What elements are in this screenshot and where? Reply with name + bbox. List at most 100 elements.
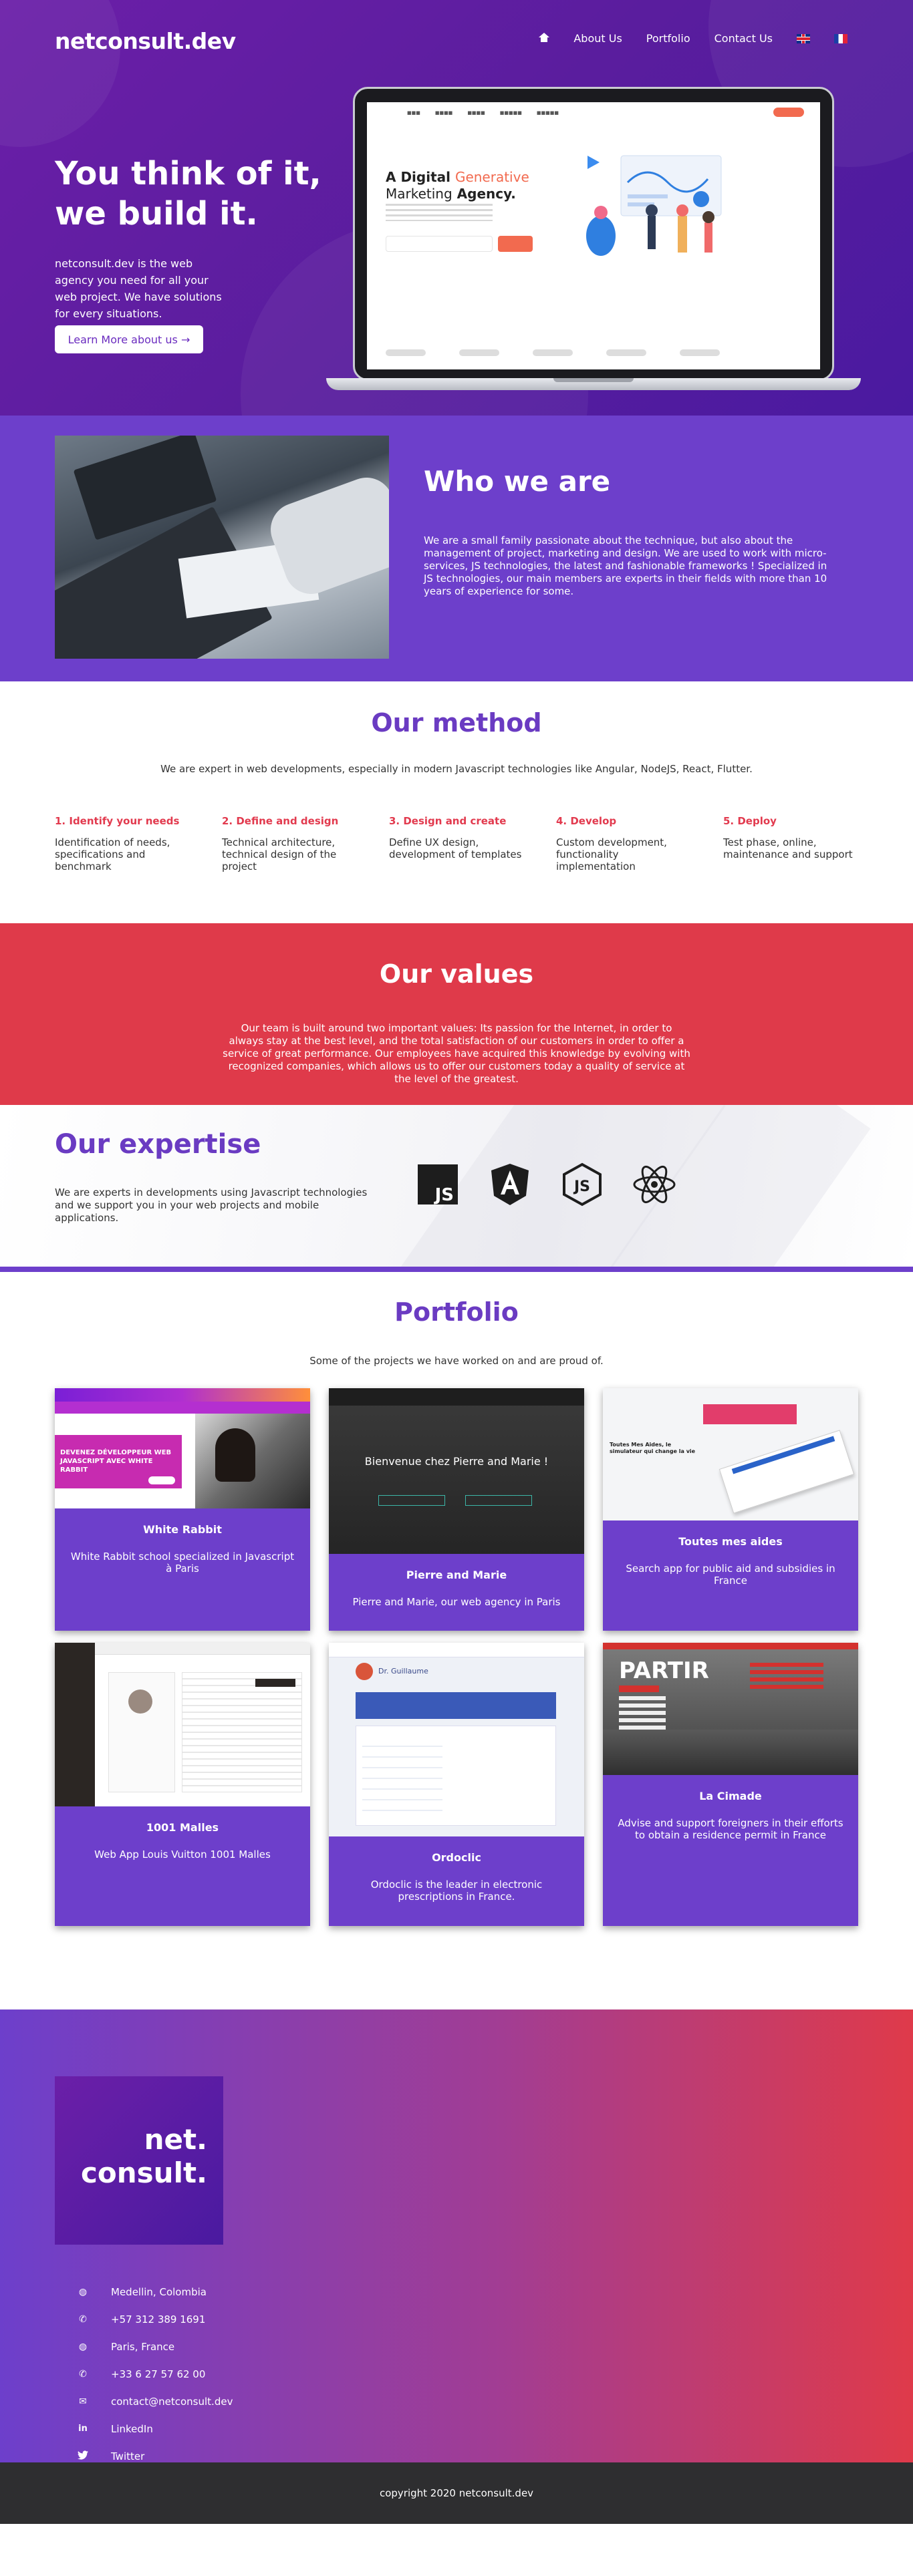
home-icon [539, 33, 550, 42]
thumbnail-caption: DEVENEZ DÉVELOPPEUR WEB JAVASCRIPT AVEC … [60, 1449, 172, 1474]
linkedin-icon: in [78, 2424, 88, 2434]
values-text: Our team is built around two important v… [223, 1022, 690, 1085]
portfolio-section: Portfolio Some of the projects we have w… [0, 1272, 913, 2009]
nodejs-icon: JS [560, 1162, 604, 1206]
step-title: 4. Develop [556, 815, 617, 827]
project-thumbnail: Dr. Guillaume [329, 1643, 584, 1836]
expertise-title: Our expertise [55, 1129, 261, 1160]
portfolio-card-1001-malles[interactable]: 1001 Malles Web App Louis Vuitton 1001 M… [55, 1643, 310, 1926]
footer-section: net. consult. ◍ Medellin, Colombia ✆ +57… [0, 2009, 913, 2524]
top-nav: netconsult.dev About Us Portfolio Contac… [0, 0, 913, 83]
svg-text:JS: JS [434, 1185, 454, 1205]
thumbnail-caption: PARTIR [619, 1657, 709, 1684]
project-description: Search app for public aid and subsidies … [626, 1563, 835, 1587]
flag-fr-icon[interactable] [834, 33, 847, 43]
method-step: 3. Design and create Define UX design, d… [389, 815, 556, 872]
project-description: Ordoclic is the leader in electronic pre… [370, 1879, 543, 1903]
project-thumbnail [55, 1643, 310, 1806]
project-title: 1001 Malles [146, 1821, 219, 1834]
mock-cta-button [773, 108, 804, 117]
who-we-are-text: We are a small family passionate about t… [424, 534, 827, 597]
method-subtitle: We are expert in web developments, espec… [160, 763, 753, 775]
learn-more-button[interactable]: Learn More about us → [55, 325, 203, 353]
portfolio-card-white-rabbit[interactable]: DEVENEZ DÉVELOPPEUR WEB JAVASCRIPT AVEC … [55, 1388, 310, 1631]
project-thumbnail: Toutes Mes Aides, le simulateur qui chan… [603, 1388, 858, 1520]
contact-item: ◍ Medellin, Colombia [76, 2278, 233, 2305]
our-method-section: Our method We are expert in web developm… [0, 681, 913, 923]
portfolio-card-pierre-and-marie[interactable]: Bienvenue chez Pierre and Marie ! Pierre… [329, 1388, 584, 1631]
portfolio-subtitle: Some of the projects we have worked on a… [309, 1355, 604, 1367]
project-title: Pierre and Marie [406, 1569, 507, 1581]
contact-text: Paris, France [111, 2340, 175, 2353]
hero-title-line2: we build it. [55, 195, 258, 232]
nav-home-link[interactable] [539, 32, 550, 45]
contact-text[interactable]: +57 312 389 1691 [111, 2313, 205, 2325]
mock-submit [498, 236, 533, 252]
step-title: 5. Deploy [723, 815, 777, 827]
contact-item[interactable]: ✆ +33 6 27 57 62 00 [76, 2360, 233, 2388]
method-step: 1. Identify your needs Identification of… [55, 815, 222, 872]
mock-illustration [586, 155, 722, 256]
who-we-are-title: Who we are [424, 465, 611, 498]
step-text: Define UX design, development of templat… [389, 836, 522, 860]
contact-email-link[interactable]: contact@netconsult.dev [111, 2396, 233, 2408]
nav-about-link[interactable]: About Us [573, 32, 622, 45]
hero-title: You think of it, we build it. [55, 154, 321, 234]
project-thumbnail: DEVENEZ DÉVELOPPEUR WEB JAVASCRIPT AVEC … [55, 1388, 310, 1508]
project-description: Pierre and Marie, our web agency in Pari… [352, 1596, 561, 1608]
globe-icon: ◍ [78, 2286, 88, 2297]
project-thumbnail: Bienvenue chez Pierre and Marie ! [329, 1388, 584, 1554]
project-description: Advise and support foreigners in their e… [618, 1817, 843, 1841]
brand-logo[interactable]: netconsult.dev [55, 28, 236, 54]
portfolio-card-la-cimade[interactable]: PARTIR La Cimade Advise and support fore… [603, 1643, 858, 1926]
method-title: Our method [371, 708, 542, 738]
contact-text[interactable]: +33 6 27 57 62 00 [111, 2368, 205, 2380]
nav-portfolio-link[interactable]: Portfolio [646, 32, 690, 45]
project-title: Toutes mes aides [678, 1535, 783, 1548]
contact-item[interactable]: ✆ +57 312 389 1691 [76, 2305, 233, 2333]
step-title: 1. Identify your needs [55, 815, 180, 827]
portfolio-card-toutes-mes-aides[interactable]: Toutes Mes Aides, le simulateur qui chan… [603, 1388, 858, 1631]
who-we-are-section: Who we are We are a small family passion… [0, 416, 913, 681]
method-step: 5. Deploy Test phase, online, maintenanc… [723, 815, 890, 872]
globe-icon: ◍ [78, 2341, 88, 2352]
method-step: 2. Define and design Technical architect… [222, 815, 389, 872]
project-thumbnail: PARTIR [603, 1643, 858, 1775]
portfolio-card-ordoclic[interactable]: Dr. Guillaume Ordoclic Ordoclic is the l… [329, 1643, 584, 1926]
method-steps: 1. Identify your needs Identification of… [55, 815, 890, 872]
laptop-notch [553, 378, 634, 382]
contact-item[interactable]: ✉ contact@netconsult.dev [76, 2388, 233, 2415]
laptop-screen: ■■■ ■■■■ ■■■■ ■■■■■ ■■■■■ A Digital Generati… [367, 102, 820, 369]
contact-list: ◍ Medellin, Colombia ✆ +57 312 389 1691 … [76, 2278, 233, 2470]
step-text: Identification of needs, specifications … [55, 836, 170, 872]
contact-item[interactable]: in LinkedIn [76, 2415, 233, 2442]
team-working-photo [55, 436, 389, 659]
step-text: Test phase, online, maintenance and supp… [723, 836, 853, 860]
react-icon [632, 1162, 676, 1206]
footer-logo-line1: net. [144, 2123, 207, 2156]
nav-contact-link[interactable]: Contact Us [714, 32, 773, 45]
javascript-icon: JS [416, 1162, 460, 1206]
project-title: Ordoclic [432, 1851, 481, 1864]
envelope-icon: ✉ [79, 2396, 87, 2407]
method-step: 4. Develop Custom development, functiona… [556, 815, 723, 872]
mock-logo-row [386, 349, 720, 356]
portfolio-title: Portfolio [394, 1297, 519, 1327]
step-title: 3. Design and create [389, 815, 507, 827]
hero-section: netconsult.dev About Us Portfolio Contac… [0, 0, 913, 416]
flag-uk-icon[interactable] [797, 33, 810, 43]
our-values-section: Our values Our team is built around two … [0, 923, 913, 1105]
nav-menu: About Us Portfolio Contact Us [539, 32, 847, 45]
thumbnail-caption: Dr. Guillaume [378, 1667, 428, 1675]
copyright-bar: copyright 2020 netconsult.dev [0, 2462, 913, 2524]
footer-logo-line2: consult. [81, 2156, 207, 2189]
laptop-lid: ■■■ ■■■■ ■■■■ ■■■■■ ■■■■■ A Digital Generati… [353, 87, 834, 381]
copyright-text: copyright 2020 netconsult.dev [379, 2487, 534, 2499]
mock-nav: ■■■ ■■■■ ■■■■ ■■■■■ ■■■■■ [407, 110, 559, 116]
our-expertise-section: Our expertise We are experts in developm… [0, 1105, 913, 1272]
project-title: White Rabbit [143, 1523, 222, 1536]
linkedin-link[interactable]: LinkedIn [111, 2423, 153, 2435]
twitter-link[interactable]: Twitter [111, 2450, 144, 2462]
mock-input [386, 236, 493, 252]
laptop-mockup: ■■■ ■■■■ ■■■■ ■■■■■ ■■■■■ A Digital Generati… [326, 87, 861, 398]
